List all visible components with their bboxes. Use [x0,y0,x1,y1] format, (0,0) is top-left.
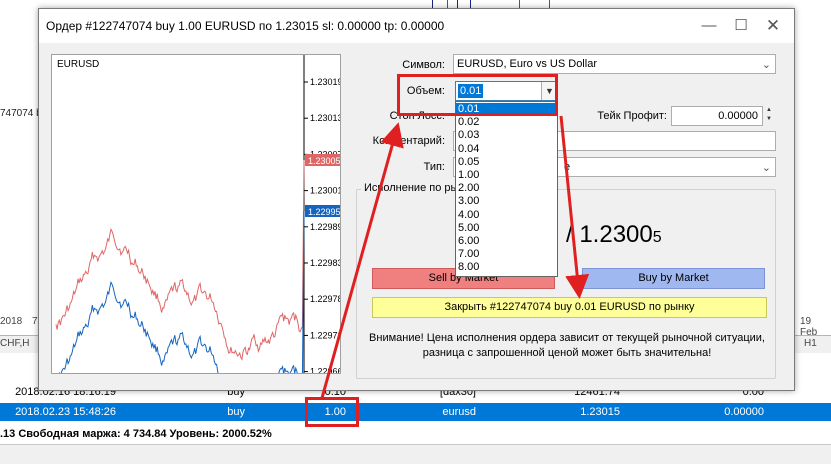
volume-option[interactable]: 1.00 [456,169,557,182]
price-tick-label: 1.23001 [310,186,340,196]
dialog-titlebar[interactable]: Ордер #122747074 buy 1.00 EURUSD по 1.23… [39,9,794,43]
order-type-value: е [564,161,571,173]
close-position-button[interactable]: Закрыть #122747074 buy 0.01 EURUSD по ры… [372,297,767,318]
price-tick-label: 1.22966 [310,367,340,373]
order-type: buy [227,406,245,418]
volume-dropdown-list[interactable]: 0.01 0.02 0.03 0.04 0.05 1.00 2.00 3.00 4.00 5.00… [455,101,558,277]
symbol-label: Символ: [402,59,445,71]
takeprofit-input[interactable]: 0.00000 [671,106,763,126]
volume-option[interactable]: 3.00 [456,195,557,208]
warning-line: Внимание! Цена исполнения ордера зависит… [369,332,765,344]
status-bar [0,444,831,464]
buy-by-market-button[interactable]: Buy by Market [582,268,765,289]
execution-group-title: Исполнение по ры [361,182,462,194]
price-tick-label: 1.22978 [310,294,340,304]
symbol-select[interactable]: EURUSD, Euro vs US Dollar ⌄ [453,54,776,74]
price-tick-label: 1.22989 [310,222,340,232]
price-tick-label: 1.22972 [310,330,340,340]
volume-option[interactable]: 2.00 [456,182,557,195]
bid-price-label: 1.22995 [308,207,340,217]
ask-price-label: 1.23005 [308,156,340,166]
takeprofit-stepper[interactable]: ▲ ▼ [764,106,774,126]
dialog-title: Ордер #122747074 buy 1.00 EURUSD по 1.23… [46,19,445,33]
ask-price-main: / 1.2300 [566,221,653,248]
bid-series-line [58,210,305,373]
warning-line: разница с запрошенной ценой может быть з… [422,347,712,359]
chart-symbol: EURUSD [57,59,100,70]
volume-option[interactable]: 0.04 [456,143,557,156]
tick-chart-canvas: 1.230191.230131.230071.230011.229891.229… [55,55,340,373]
volume-option[interactable]: 0.03 [456,129,557,142]
close-icon[interactable]: ✕ [758,14,788,38]
annotation-volume-highlight [397,74,558,116]
volume-option[interactable]: 5.00 [456,222,557,235]
volume-option[interactable]: 7.00 [456,248,557,261]
price-tick-label: 1.22983 [310,258,340,268]
order-profit: 0.00000 [724,406,764,418]
takeprofit-label: Тейк Профит: [597,110,667,122]
symbol-value: EURUSD, Euro vs US Dollar [457,58,597,70]
chevron-down-icon: ⌄ [761,59,771,71]
comment-label: Комментарий: [372,135,445,147]
volume-option[interactable]: 8.00 [456,261,557,274]
date-axis-label: 7 [32,316,38,327]
price-tick-label: 1.23013 [310,113,340,123]
maximize-icon[interactable]: ☐ [726,14,756,38]
price-tick-label: 1.23019 [310,77,340,87]
order-date: 2018.02.23 15:48:26 [15,406,116,418]
ask-price-pip: 5 [652,229,662,246]
order-symbol: eurusd [442,406,476,418]
chart-tab[interactable]: H1 [804,338,817,349]
chart-tab[interactable]: CHF,H [0,338,29,349]
ask-series-line [55,159,305,361]
annotation-row-volume-highlight [305,397,359,427]
date-axis-label: 19 Feb [800,316,818,338]
order-dialog: Ордер #122747074 buy 1.00 EURUSD по 1.23… [38,8,795,391]
volume-option[interactable]: 6.00 [456,235,557,248]
volume-option[interactable]: 0.05 [456,156,557,169]
account-status: .13 Свободная маржа: 4 734.84 Уровень: 2… [0,424,831,444]
type-label: Тип: [423,161,445,173]
chevron-down-icon: ⌄ [761,162,771,174]
minimize-icon[interactable]: — [694,14,724,38]
date-axis-label: 2018 [0,316,23,327]
volume-option[interactable]: 4.00 [456,209,557,222]
table-row-selected[interactable]: 2018.02.23 15:48:26 buy 1.00 eurusd 1.23… [0,403,831,421]
volume-option[interactable]: 0.02 [456,116,557,129]
execution-warning: Внимание! Цена исполнения ордера зависит… [367,331,767,361]
ask-price-display: / 1.23005 [566,221,662,249]
order-price: 1.23015 [580,406,620,418]
tick-chart: 1.230191.230131.230071.230011.229891.229… [51,54,341,374]
